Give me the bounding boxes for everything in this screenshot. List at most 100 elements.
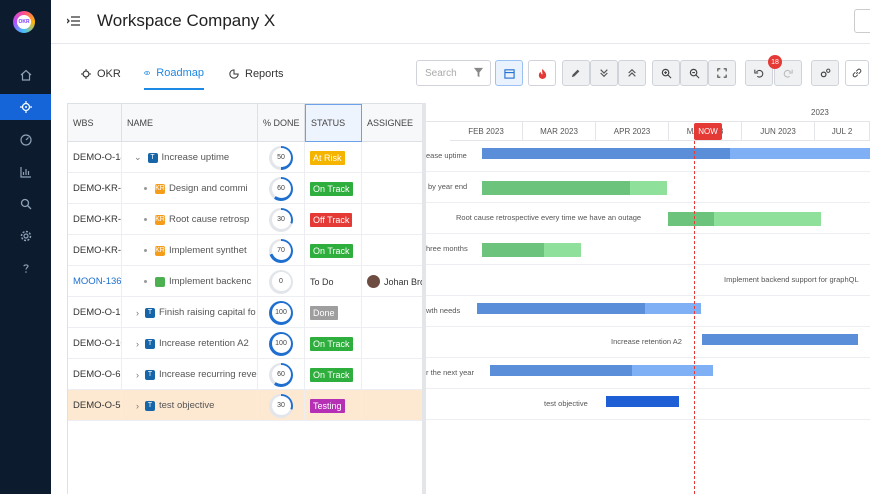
collapse-chevron-icon[interactable]: › <box>136 370 139 380</box>
table-row[interactable]: DEMO-O-6 › T Increase recurring reve 60 On Tr… <box>68 359 424 390</box>
assignee-cell[interactable]: Johan Bro <box>362 266 424 297</box>
name-cell[interactable]: › T Increase recurring reve <box>122 359 258 390</box>
status-cell[interactable]: Testing <box>305 390 362 421</box>
assignee-cell[interactable] <box>362 235 424 266</box>
settings-button[interactable] <box>811 60 839 86</box>
gantt-row: Increase retention A2 <box>426 327 870 358</box>
name-cell[interactable]: ⌄ T Increase uptime <box>122 142 258 173</box>
column-header-done[interactable]: % DONE <box>258 104 305 142</box>
target-icon[interactable] <box>0 94 51 120</box>
assignee-cell[interactable] <box>362 204 424 235</box>
assignee-cell[interactable] <box>362 297 424 328</box>
status-cell[interactable]: Off Track <box>305 204 362 235</box>
fit-button[interactable] <box>708 60 736 86</box>
search-icon[interactable] <box>0 191 51 217</box>
gantt-bar[interactable] <box>482 243 544 257</box>
table-row[interactable]: DEMO-KR-1 KR Implement synthet 70 On Track <box>68 235 424 266</box>
assignee-cell[interactable] <box>362 390 424 421</box>
name-cell[interactable]: KR Implement synthet <box>122 235 258 266</box>
name-cell[interactable]: KR Design and commi <box>122 173 258 204</box>
link-button[interactable] <box>845 60 869 86</box>
gantt-bar[interactable] <box>544 243 581 257</box>
progress-value: 60 <box>271 179 291 198</box>
collapse-chevron-icon[interactable]: › <box>136 339 139 349</box>
table-row[interactable]: DEMO-O-14 ⌄ T Increase uptime 50 At Risk <box>68 142 424 173</box>
gantt-bar[interactable] <box>702 334 858 345</box>
status-cell[interactable]: At Risk <box>305 142 362 173</box>
status-cell[interactable]: To Do <box>305 266 362 297</box>
tab-okr[interactable]: OKR <box>81 58 131 90</box>
name-cell[interactable]: › T Finish raising capital fo <box>122 297 258 328</box>
search-input[interactable]: Search <box>416 60 491 86</box>
table-row[interactable]: MOON-136 Implement backenc 0 To Do Johan Bro <box>68 266 424 297</box>
gear-icon[interactable] <box>0 223 51 249</box>
collapse-chevron-icon[interactable]: › <box>136 308 139 318</box>
chart-icon[interactable] <box>0 159 51 185</box>
assignee-cell[interactable] <box>362 359 424 390</box>
collapse-chevron-icon[interactable]: › <box>136 401 139 411</box>
task-grid: WBS NAME % DONE STATUS ASSIGNEE DEMO-O-1… <box>67 103 424 494</box>
column-header-name[interactable]: NAME <box>122 104 258 142</box>
column-header-status[interactable]: STATUS <box>305 104 362 142</box>
key-result-icon: KR <box>155 183 165 194</box>
timeline-month: FEB 2023 <box>450 122 523 141</box>
status-cell[interactable]: On Track <box>305 235 362 266</box>
key-result-icon: KR <box>155 214 165 225</box>
gantt-bar[interactable] <box>606 396 679 407</box>
gantt-bar[interactable] <box>490 365 632 376</box>
help-icon[interactable] <box>0 255 51 281</box>
tab-reports[interactable]: Reports <box>229 58 289 90</box>
gantt-bar[interactable] <box>645 303 701 314</box>
filter-icon <box>473 67 484 78</box>
expand-all-button[interactable] <box>590 60 618 86</box>
assignee-cell[interactable] <box>362 142 424 173</box>
wbs-cell[interactable]: MOON-136 <box>68 266 122 297</box>
table-row[interactable]: DEMO-O-55 › Ttest objective 30 Testing <box>68 390 424 421</box>
progress-value: 60 <box>271 365 291 384</box>
name-cell[interactable]: Implement backenc <box>122 266 258 297</box>
export-button[interactable] <box>854 9 870 33</box>
assignee-name: Johan Bro <box>384 276 424 287</box>
table-row[interactable]: DEMO-KR-1 KR Root cause retrosp 30 Off Track <box>68 204 424 235</box>
status-cell[interactable]: On Track <box>305 173 362 204</box>
critical-path-button[interactable] <box>528 60 556 86</box>
gantt-bar[interactable] <box>632 365 713 376</box>
edit-button[interactable] <box>562 60 590 86</box>
name-cell[interactable]: › T Increase retention A2 <box>122 328 258 359</box>
gauge-icon[interactable] <box>0 127 51 153</box>
calendar-button[interactable] <box>495 60 523 86</box>
status-cell[interactable]: Done <box>305 297 362 328</box>
gantt-bar[interactable] <box>482 148 730 159</box>
status-cell[interactable]: On Track <box>305 328 362 359</box>
table-row[interactable]: DEMO-KR-1 KR Design and commi 60 On Track <box>68 173 424 204</box>
progress-cell: 50 <box>258 142 305 173</box>
name-cell[interactable]: KR Root cause retrosp <box>122 204 258 235</box>
table-row[interactable]: DEMO-O-10 › T Increase retention A2 100 On Tr… <box>68 328 424 359</box>
collapse-all-button[interactable] <box>618 60 646 86</box>
chevrons-down-icon <box>600 69 608 78</box>
gantt-bar[interactable] <box>668 212 714 226</box>
gantt-bar[interactable] <box>477 303 645 314</box>
gantt-bar[interactable] <box>630 181 667 195</box>
sidebar: OKR <box>0 0 51 494</box>
timeline-year-row: 2023 <box>426 103 870 122</box>
table-row[interactable]: DEMO-O-1 › T Finish raising capital fo 100 Do… <box>68 297 424 328</box>
gantt-bar[interactable] <box>482 181 630 195</box>
assignee-cell[interactable] <box>362 173 424 204</box>
column-header-wbs[interactable]: WBS <box>68 104 122 142</box>
gantt-bar[interactable] <box>730 148 870 159</box>
menu-collapse-icon[interactable] <box>66 14 80 32</box>
app-logo[interactable]: OKR <box>13 11 35 33</box>
name-cell[interactable]: › Ttest objective <box>122 390 258 421</box>
tab-roadmap[interactable]: Roadmap <box>144 58 204 90</box>
gantt-bar[interactable] <box>714 212 821 226</box>
home-icon[interactable] <box>0 62 51 88</box>
expand-chevron-icon[interactable]: ⌄ <box>134 152 142 163</box>
now-line <box>694 141 695 494</box>
column-header-assignee[interactable]: ASSIGNEE <box>362 104 424 142</box>
zoom-in-button[interactable] <box>652 60 680 86</box>
status-cell[interactable]: On Track <box>305 359 362 390</box>
gantt-bar-label: by year end <box>428 182 468 191</box>
zoom-out-button[interactable] <box>680 60 708 86</box>
assignee-cell[interactable] <box>362 328 424 359</box>
